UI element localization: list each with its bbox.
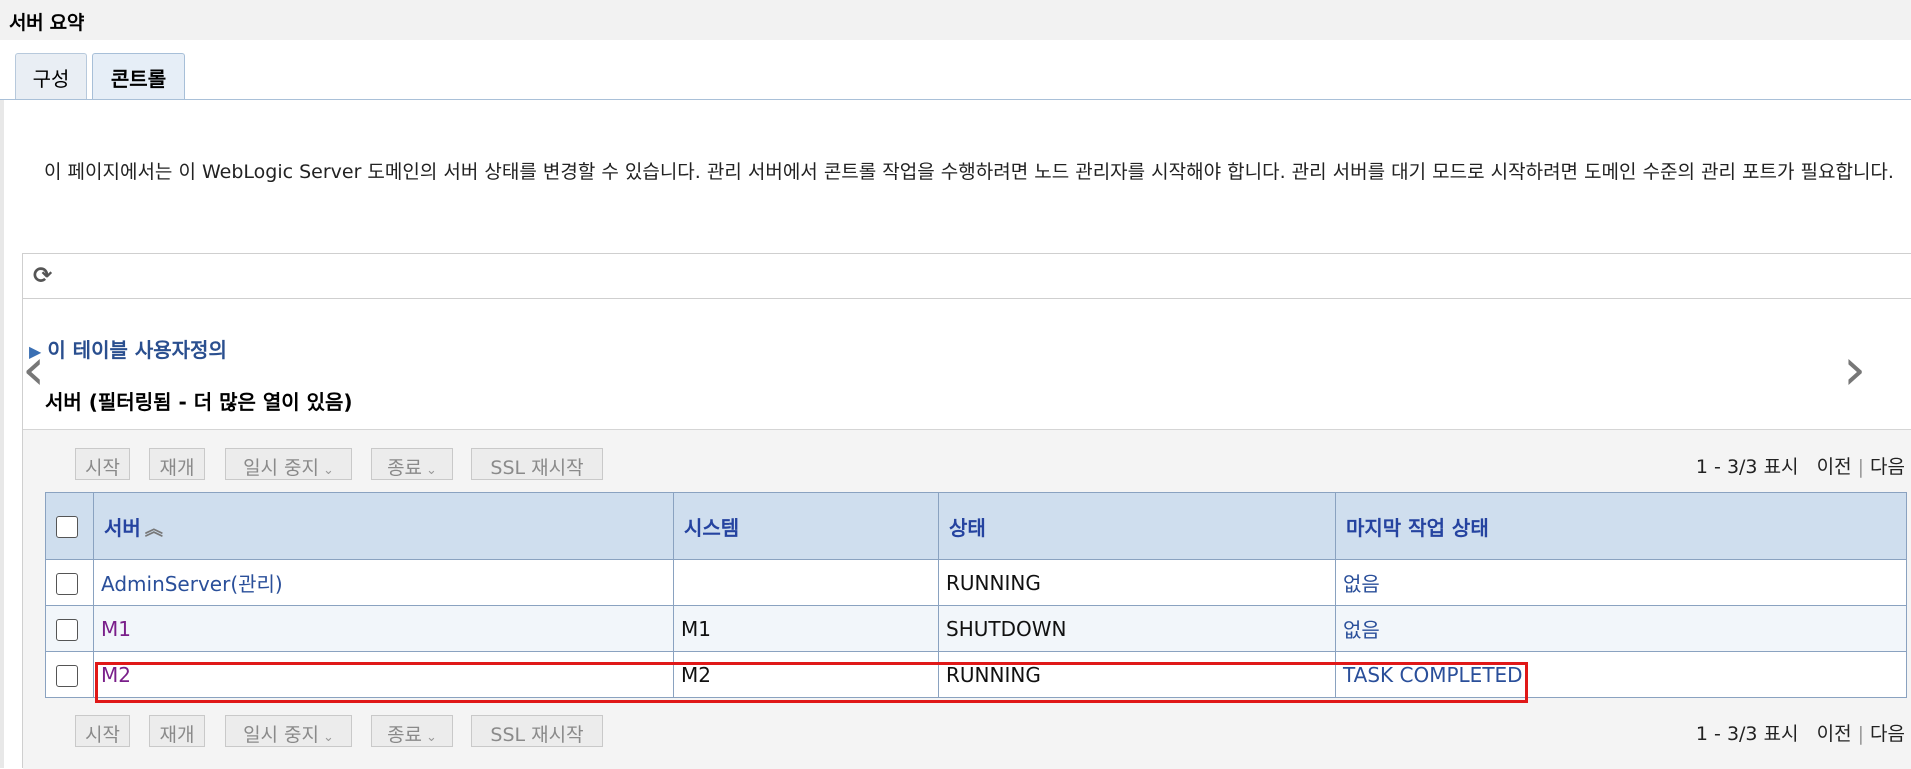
table-header-row: 서버 ︽ 시스템 상태 마지막 작업 상태 xyxy=(45,492,1907,560)
tab-control[interactable]: 콘트롤 xyxy=(92,53,185,100)
chevron-down-icon: ⌄ xyxy=(323,730,334,745)
row-checkbox[interactable] xyxy=(56,618,78,641)
state-cell: RUNNING xyxy=(938,559,1336,606)
table-row: M2 M2 RUNNING TASK COMPLETED xyxy=(45,651,1907,698)
server-cell: M1 xyxy=(93,605,674,652)
last-task-cell: TASK COMPLETED xyxy=(1335,651,1907,698)
state-cell: SHUTDOWN xyxy=(938,605,1336,652)
server-link[interactable]: M2 xyxy=(101,663,131,687)
pager-top: 1 - 3/3 표시 이전 | 다음 xyxy=(1696,452,1905,479)
suspend-button[interactable]: 일시 중지 ⌄ xyxy=(225,715,352,747)
table-toolbar-top: 시작 재개 일시 중지 ⌄ 종료 ⌄ SSL 재시작 1 - 3/3 표시 이전 | 다… xyxy=(45,448,1905,483)
chevron-down-icon: ⌄ xyxy=(426,463,437,478)
shutdown-button[interactable]: 종료 ⌄ xyxy=(371,448,453,480)
suspend-label: 일시 중지 xyxy=(243,724,320,746)
ssl-restart-button[interactable]: SSL 재시작 xyxy=(471,448,603,480)
table-row: M1 M1 SHUTDOWN 없음 xyxy=(45,605,1907,652)
table-caption: 서버 (필터링됨 - 더 많은 열이 있음) xyxy=(45,390,353,414)
start-button[interactable]: 시작 xyxy=(75,448,130,480)
last-task-cell: 없음 xyxy=(1335,605,1907,652)
pager-range: 1 - 3/3 표시 xyxy=(1695,723,1799,745)
select-all-cell xyxy=(45,492,94,560)
pager-next-link[interactable]: 다음 xyxy=(1870,456,1905,478)
server-link[interactable]: AdminServer(관리) xyxy=(101,572,283,596)
chevron-right-icon[interactable]: › xyxy=(1843,335,1866,403)
pager-next-link[interactable]: 다음 xyxy=(1870,723,1905,745)
table-row: AdminServer(관리) RUNNING 없음 xyxy=(45,559,1907,606)
row-checkbox[interactable] xyxy=(56,572,78,595)
server-cell: M2 xyxy=(93,651,674,698)
pager-bottom: 1 - 3/3 표시 이전 | 다음 xyxy=(1696,719,1905,746)
servers-table-container: 시작 재개 일시 중지 ⌄ 종료 ⌄ SSL 재시작 1 - 3/3 표시 이전 | 다… xyxy=(23,429,1911,769)
left-border xyxy=(0,100,4,768)
row-select-cell xyxy=(45,605,94,652)
servers-table: 서버 ︽ 시스템 상태 마지막 작업 상태 AdminServer(관리) RUN… xyxy=(45,492,1907,698)
last-task-link[interactable]: 없음 xyxy=(1343,572,1380,596)
ssl-restart-button[interactable]: SSL 재시작 xyxy=(471,715,603,747)
chevron-down-icon: ⌄ xyxy=(323,463,334,478)
servers-panel: ⟳ ▶ 이 테이블 사용자정의 서버 (필터링됨 - 더 많은 열이 있음) 시작… xyxy=(22,253,1911,769)
state-cell: RUNNING xyxy=(938,651,1336,698)
server-link[interactable]: M1 xyxy=(101,617,131,641)
customize-table-label: 이 테이블 사용자정의 xyxy=(47,338,227,362)
select-all-checkbox[interactable] xyxy=(56,516,78,539)
start-button[interactable]: 시작 xyxy=(75,715,130,747)
column-header-last-task[interactable]: 마지막 작업 상태 xyxy=(1335,492,1907,560)
pager-prev-link[interactable]: 이전 xyxy=(1817,456,1852,478)
resume-button[interactable]: 재개 xyxy=(149,448,205,480)
page-title: 서버 요약 xyxy=(0,0,1911,40)
column-header-machine[interactable]: 시스템 xyxy=(673,492,939,560)
row-checkbox[interactable] xyxy=(56,664,78,687)
shutdown-label: 종료 xyxy=(387,457,423,479)
pager-separator: | xyxy=(1857,456,1865,478)
last-task-link[interactable]: 없음 xyxy=(1343,618,1380,642)
machine-cell xyxy=(673,559,939,606)
pager-range: 1 - 3/3 표시 xyxy=(1695,456,1799,478)
last-task-link[interactable]: TASK COMPLETED xyxy=(1343,663,1523,687)
shutdown-label: 종료 xyxy=(387,724,423,746)
column-header-server-label: 서버 xyxy=(104,515,141,540)
column-header-state[interactable]: 상태 xyxy=(938,492,1336,560)
column-header-server[interactable]: 서버 ︽ xyxy=(93,492,674,560)
machine-cell: M1 xyxy=(673,605,939,652)
resume-button[interactable]: 재개 xyxy=(149,715,205,747)
suspend-button[interactable]: 일시 중지 ⌄ xyxy=(225,448,352,480)
sort-ascending-icon[interactable]: ︽ xyxy=(145,519,163,540)
chevron-left-icon[interactable]: ‹ xyxy=(22,335,45,403)
refresh-toolbar: ⟳ xyxy=(23,254,1911,299)
table-toolbar-bottom: 시작 재개 일시 중지 ⌄ 종료 ⌄ SSL 재시작 1 - 3/3 표시 이전 | 다… xyxy=(45,715,1905,750)
suspend-label: 일시 중지 xyxy=(243,457,320,479)
row-select-cell xyxy=(45,559,94,606)
customize-table-link[interactable]: ▶ 이 테이블 사용자정의 xyxy=(29,334,227,363)
machine-cell: M2 xyxy=(673,651,939,698)
row-select-cell xyxy=(45,651,94,698)
chevron-down-icon: ⌄ xyxy=(426,730,437,745)
last-task-cell: 없음 xyxy=(1335,559,1907,606)
tab-bar: 구성 콘트롤 xyxy=(0,40,1911,100)
tab-configuration[interactable]: 구성 xyxy=(15,53,87,100)
page-description: 이 페이지에서는 이 WebLogic Server 도메인의 서버 상태를 변… xyxy=(44,161,1894,183)
pager-prev-link[interactable]: 이전 xyxy=(1817,723,1852,745)
shutdown-button[interactable]: 종료 ⌄ xyxy=(371,715,453,747)
refresh-icon[interactable]: ⟳ xyxy=(33,263,52,289)
pager-separator: | xyxy=(1857,723,1865,745)
server-cell: AdminServer(관리) xyxy=(93,559,674,606)
tab-divider xyxy=(0,99,1911,100)
